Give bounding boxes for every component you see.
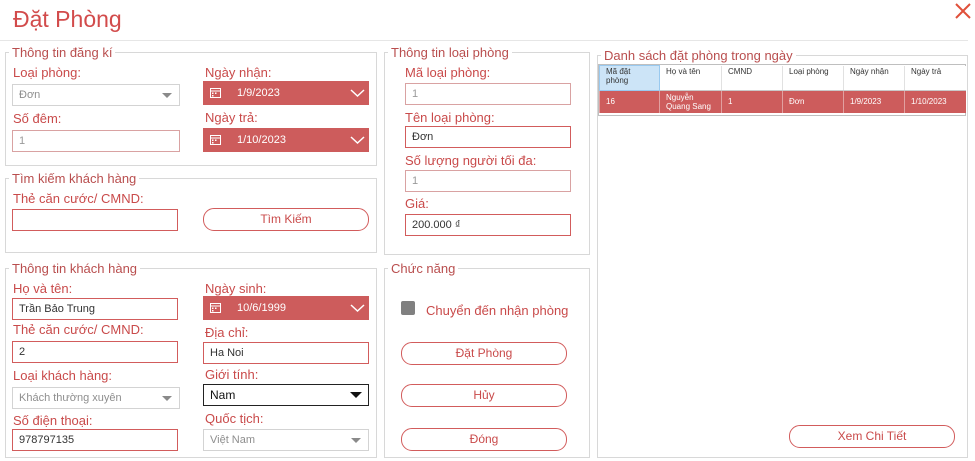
search-button[interactable]: Tìm Kiếm xyxy=(203,208,369,231)
checkout-value: 1/10/2023 xyxy=(237,134,286,146)
checkin-transfer-label: Chuyển đến nhận phòng xyxy=(426,303,569,318)
close-button[interactable]: Đóng xyxy=(401,428,567,451)
cell-id-card: 1 xyxy=(721,90,783,113)
bookings-table: Mã đặt phòng Họ và tên CMND Loại phòng N… xyxy=(599,65,966,113)
table-row[interactable]: 16 Nguyễn Quang Sang 1 Đơn 1/9/2023 1/10… xyxy=(599,90,966,113)
gender-value: Nam xyxy=(210,388,236,402)
header-checkin-date[interactable]: Ngày nhận xyxy=(843,65,905,91)
nationality-label: Quốc tịch: xyxy=(205,411,264,426)
room-name-label: Tên loại phòng: xyxy=(405,110,495,125)
room-type-value: Đơn xyxy=(19,89,41,101)
cell-checkout-date: 1/10/2023 xyxy=(904,90,966,113)
nights-input[interactable]: 1 xyxy=(12,130,180,152)
close-icon[interactable] xyxy=(953,1,973,21)
customer-id-input[interactable]: 2 xyxy=(12,341,178,363)
chevron-down-icon xyxy=(350,302,365,314)
dropdown-arrow-icon xyxy=(162,93,172,98)
gender-label: Giới tính: xyxy=(205,367,259,382)
room-max-input[interactable]: 1 xyxy=(405,170,571,192)
dob-value: 10/6/1999 xyxy=(237,302,286,314)
nights-label: Số đêm: xyxy=(13,111,62,126)
header-booking-id[interactable]: Mã đặt phòng xyxy=(599,65,660,91)
dropdown-arrow-icon xyxy=(351,438,361,443)
phone-input[interactable]: 978797135 xyxy=(12,429,178,451)
nationality-select[interactable]: Việt Nam xyxy=(203,429,369,451)
checkout-datepicker[interactable]: 1/10/2023 xyxy=(203,128,369,152)
customer-type-select[interactable]: Khách thường xuyên xyxy=(12,387,180,409)
dropdown-arrow-icon xyxy=(162,396,172,401)
nationality-value: Việt Nam xyxy=(210,434,256,446)
calendar-icon xyxy=(210,134,221,145)
search-id-input[interactable] xyxy=(12,209,178,231)
functions-legend: Chức năng xyxy=(388,261,459,276)
cell-room-type: Đơn xyxy=(782,90,844,113)
room-info-legend: Thông tin loại phòng xyxy=(388,45,512,60)
title-divider xyxy=(0,40,968,41)
customer-id-label: Thẻ căn cước/ CMND: xyxy=(13,322,144,337)
phone-label: Số điện thoại: xyxy=(13,413,93,428)
cancel-button[interactable]: Hủy xyxy=(401,384,567,407)
header-checkout-date[interactable]: Ngày trả xyxy=(904,65,966,91)
customer-type-label: Loại khách hàng: xyxy=(13,368,113,383)
checkin-value: 1/9/2023 xyxy=(237,87,280,99)
address-label: Địa chỉ: xyxy=(205,325,249,340)
dob-datepicker[interactable]: 10/6/1999 xyxy=(203,296,369,320)
cell-booking-id: 16 xyxy=(599,90,660,113)
header-id-card[interactable]: CMND xyxy=(721,65,783,91)
search-legend: Tìm kiếm khách hàng xyxy=(9,171,140,186)
book-button[interactable]: Đặt Phòng xyxy=(401,342,567,365)
bookings-legend: Danh sách đặt phòng trong ngày xyxy=(601,48,796,63)
cell-full-name: Nguyễn Quang Sang xyxy=(659,90,722,113)
room-code-input[interactable]: 1 xyxy=(405,83,571,105)
room-type-select[interactable]: Đơn xyxy=(12,84,180,106)
customer-legend: Thông tin khách hàng xyxy=(9,261,141,276)
checkin-datepicker[interactable]: 1/9/2023 xyxy=(203,81,369,105)
name-label: Họ và tên: xyxy=(13,281,73,296)
room-max-label: Số lượng người tối đa: xyxy=(405,153,537,168)
room-name-input[interactable]: Đơn xyxy=(405,126,571,148)
checkin-label: Ngày nhận: xyxy=(205,65,272,80)
search-id-label: Thẻ căn cước/ CMND: xyxy=(13,191,144,206)
cell-checkin-date: 1/9/2023 xyxy=(843,90,905,113)
dropdown-arrow-icon xyxy=(350,392,362,398)
gender-select[interactable]: Nam xyxy=(203,384,369,406)
room-code-label: Mã loại phòng: xyxy=(405,65,491,80)
registration-legend: Thông tin đăng kí xyxy=(9,45,116,60)
chevron-down-icon xyxy=(350,134,365,146)
price-input[interactable]: 200.000 ₫ xyxy=(405,214,571,236)
name-input[interactable]: Trần Bảo Trung xyxy=(12,298,178,320)
chevron-down-icon xyxy=(350,87,365,99)
table-header-row: Mã đặt phòng Họ và tên CMND Loại phòng N… xyxy=(599,65,966,91)
price-label: Giá: xyxy=(405,196,429,211)
checkout-label: Ngày trả: xyxy=(205,110,258,125)
checkin-transfer-checkbox[interactable] xyxy=(401,301,415,315)
customer-type-value: Khách thường xuyên xyxy=(19,392,122,404)
window-title: Đặt Phòng xyxy=(13,6,122,32)
header-full-name[interactable]: Họ và tên xyxy=(659,65,722,91)
header-room-type[interactable]: Loại phòng xyxy=(782,65,844,91)
view-details-button[interactable]: Xem Chi Tiết xyxy=(789,425,955,448)
room-type-label: Loại phòng: xyxy=(13,65,81,80)
dob-label: Ngày sinh: xyxy=(205,281,267,296)
calendar-icon xyxy=(210,87,221,98)
calendar-icon xyxy=(210,302,221,313)
address-input[interactable]: Ha Noi xyxy=(203,342,369,364)
